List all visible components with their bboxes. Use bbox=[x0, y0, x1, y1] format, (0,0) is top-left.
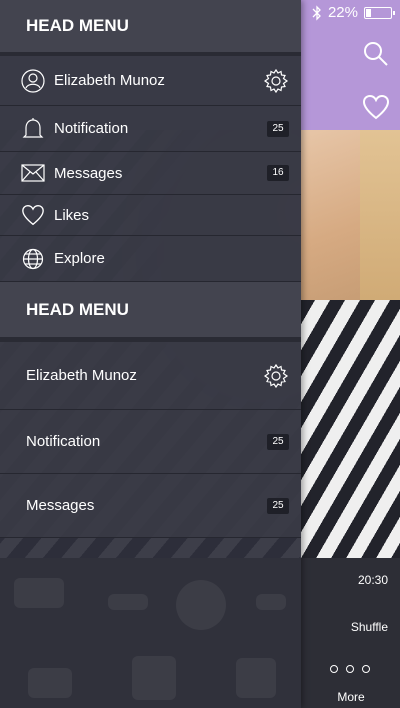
menu-item-label: Messages bbox=[26, 497, 95, 514]
track-time: 20:30 bbox=[357, 573, 388, 587]
bell-icon bbox=[20, 116, 46, 142]
menu-item-label: Notification bbox=[26, 433, 101, 450]
menu-item-explore[interactable]: Explore bbox=[0, 236, 301, 282]
profile-item[interactable]: Elizabeth Munoz bbox=[0, 56, 301, 106]
profile-name: Elizabeth Munoz bbox=[26, 367, 137, 384]
menu-item-label: Likes bbox=[54, 206, 90, 224]
gear-icon[interactable] bbox=[263, 363, 289, 389]
more-button[interactable]: More bbox=[300, 690, 400, 704]
user-icon bbox=[20, 68, 46, 94]
notification-badge: 25 bbox=[267, 433, 289, 450]
more-dots-icon[interactable] bbox=[330, 665, 370, 673]
heart-icon bbox=[20, 202, 46, 228]
faded-control bbox=[236, 658, 276, 698]
drawer-head: HEAD MENU bbox=[0, 0, 301, 56]
menu-item-label: Notification bbox=[54, 120, 129, 137]
globe-icon bbox=[20, 246, 46, 272]
battery-fill bbox=[366, 8, 372, 17]
drawer-footer bbox=[0, 558, 301, 708]
bluetooth-icon bbox=[312, 4, 321, 21]
menu-item-label: Messages bbox=[54, 164, 123, 182]
faded-control bbox=[14, 578, 64, 608]
photo-stripes bbox=[300, 300, 400, 558]
faded-control bbox=[132, 656, 176, 700]
menu-item-messages[interactable]: Messages 16 bbox=[0, 152, 301, 195]
envelope-icon bbox=[20, 160, 46, 186]
battery-percent: 22% bbox=[327, 4, 358, 21]
heart-icon[interactable] bbox=[362, 94, 390, 120]
menu-item-likes[interactable]: Likes bbox=[0, 195, 301, 236]
menu-item-notification[interactable]: Notification 25 bbox=[0, 106, 301, 152]
gear-icon[interactable] bbox=[263, 68, 289, 94]
menu-item-notification-large[interactable]: Notification 25 bbox=[0, 410, 301, 474]
faded-control bbox=[176, 580, 226, 630]
messages-badge: 25 bbox=[267, 497, 289, 514]
status-bar: 22% bbox=[312, 4, 395, 21]
menu-item-label: Explore bbox=[54, 250, 105, 267]
faded-control bbox=[256, 594, 286, 610]
notification-badge: 25 bbox=[267, 120, 289, 137]
battery-icon bbox=[364, 6, 395, 19]
shuffle-button[interactable]: Shuffle bbox=[300, 620, 400, 634]
profile-name: Elizabeth Munoz bbox=[54, 72, 165, 89]
drawer-head-title: HEAD MENU bbox=[26, 299, 129, 319]
drawer-head-title: HEAD MENU bbox=[26, 16, 129, 35]
faded-control bbox=[28, 668, 72, 698]
navigation-drawer: HEAD MENU Elizabeth Munoz Notification 2… bbox=[0, 0, 301, 708]
faded-control bbox=[108, 594, 148, 610]
drawer-head-second: HEAD MENU bbox=[0, 282, 301, 342]
profile-item-large[interactable]: Elizabeth Munoz bbox=[0, 342, 301, 410]
search-icon[interactable] bbox=[362, 40, 390, 68]
messages-badge: 16 bbox=[267, 165, 289, 181]
menu-item-messages-large[interactable]: Messages 25 bbox=[0, 474, 301, 538]
